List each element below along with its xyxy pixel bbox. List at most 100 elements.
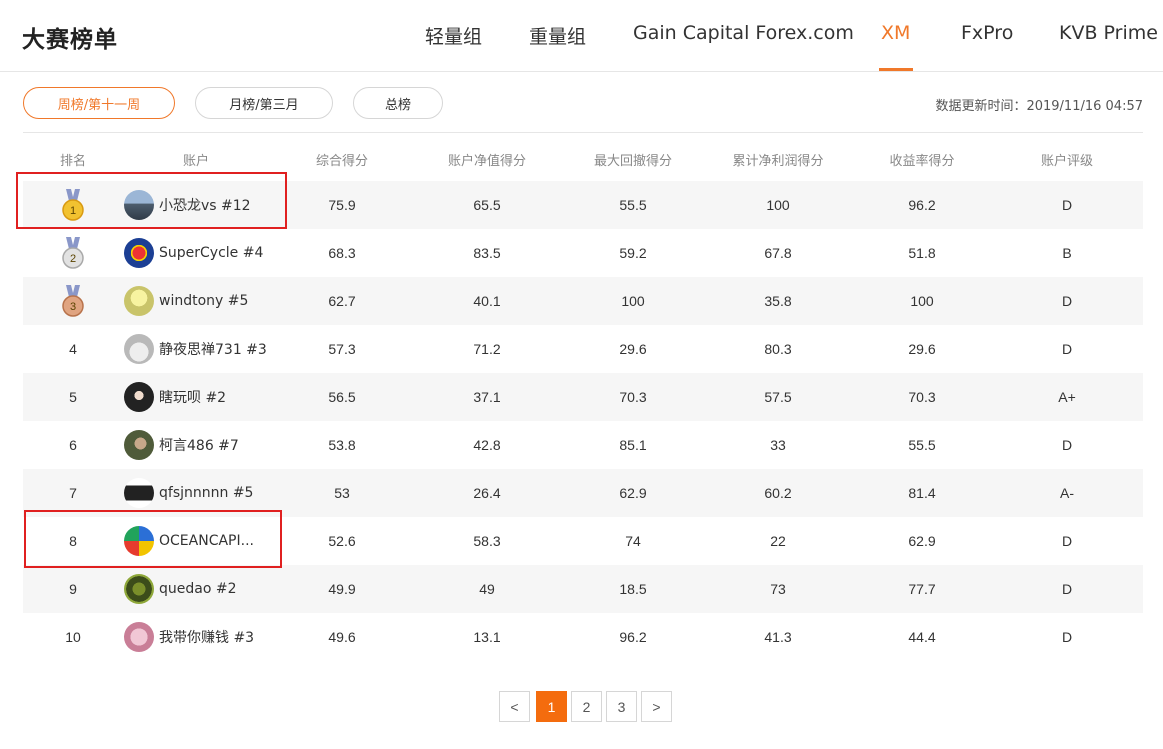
- divider: [23, 132, 1143, 133]
- tab-fxpro[interactable]: FxPro: [961, 22, 1013, 44]
- cell-return: 62.9: [908, 533, 936, 549]
- cell-composite: 75.9: [328, 197, 356, 213]
- account-name[interactable]: 瞎玩呗 #2: [159, 387, 226, 407]
- account-cell[interactable]: quedao #2: [124, 574, 237, 604]
- account-name[interactable]: windtony #5: [159, 293, 248, 309]
- cell-return: 51.8: [908, 245, 936, 261]
- tab-kvb-prime[interactable]: KVB Prime: [1059, 22, 1158, 44]
- account-cell[interactable]: 柯言486 #7: [124, 430, 239, 460]
- cell-drawdown: 70.3: [619, 389, 647, 405]
- cell-profit: 41.3: [764, 629, 792, 645]
- account-name[interactable]: 静夜思禅731 #3: [159, 339, 267, 359]
- avatar: [124, 190, 154, 220]
- account-name[interactable]: 柯言486 #7: [159, 435, 239, 455]
- table-header: 排名 账户 综合得分 账户净值得分 最大回撤得分 累计净利润得分 收益率得分 账…: [23, 142, 1143, 174]
- filter-overall-button[interactable]: 总榜: [353, 87, 443, 119]
- pagination: < 1 2 3 >: [0, 691, 1163, 722]
- col-return: 收益率得分: [889, 154, 955, 169]
- table-row: 10 我带你赚钱 #3 49.6 13.1 96.2 41.3 44.4 D: [23, 613, 1143, 661]
- table-row: 3 windtony #5 62.7 40.1 100 35.8 100 D: [23, 277, 1143, 325]
- medal-rank-number: 1: [70, 205, 76, 217]
- cell-rating: A-: [1060, 485, 1074, 501]
- cell-composite: 57.3: [328, 341, 356, 357]
- cell-equity: 26.4: [473, 485, 501, 501]
- account-cell[interactable]: SuperCycle #4: [124, 238, 263, 268]
- account-name[interactable]: quedao #2: [159, 581, 237, 597]
- cell-return: 100: [910, 293, 934, 309]
- update-timestamp: 数据更新时间：2019/11/16 04:57: [935, 99, 1143, 114]
- filter-weekly-button[interactable]: 周榜/第十一周: [23, 87, 175, 119]
- cell-composite: 52.6: [328, 533, 356, 549]
- col-drawdown: 最大回撤得分: [593, 154, 673, 169]
- account-name[interactable]: 小恐龙vs #12: [159, 195, 251, 215]
- rank-number: 9: [69, 581, 77, 597]
- filter-monthly-button[interactable]: 月榜/第三月: [195, 87, 333, 119]
- page-title: 大赛榜单: [22, 27, 118, 53]
- tab-heavy-group[interactable]: 重量组: [529, 22, 586, 49]
- account-name[interactable]: OCEANCAPI...: [159, 533, 254, 549]
- avatar: [124, 478, 154, 508]
- cell-equity: 71.2: [473, 341, 501, 357]
- avatar: [124, 286, 154, 316]
- table-row: 5 瞎玩呗 #2 56.5 37.1 70.3 57.5 70.3 A+: [23, 373, 1143, 421]
- cell-drawdown: 74: [625, 533, 641, 549]
- table-row: 2 SuperCycle #4 68.3 83.5 59.2 67.8 51.8 B: [23, 229, 1143, 277]
- col-rank: 排名: [59, 154, 87, 169]
- medal-rank-number: 2: [70, 253, 76, 265]
- table-row: 8 OCEANCAPI... 52.6 58.3 74 22 62.9 D: [23, 517, 1143, 565]
- tab-gain-capital[interactable]: Gain Capital Forex.com: [633, 22, 854, 44]
- cell-profit: 60.2: [764, 485, 792, 501]
- account-cell[interactable]: 我带你赚钱 #3: [124, 622, 254, 652]
- tab-xm[interactable]: XM: [881, 22, 910, 44]
- avatar: [124, 334, 154, 364]
- account-cell[interactable]: windtony #5: [124, 286, 248, 316]
- avatar: [124, 622, 154, 652]
- cell-drawdown: 29.6: [619, 341, 647, 357]
- cell-profit: 35.8: [764, 293, 792, 309]
- cell-rating: D: [1061, 197, 1073, 213]
- account-cell[interactable]: 静夜思禅731 #3: [124, 334, 267, 364]
- cell-profit: 67.8: [764, 245, 792, 261]
- account-name[interactable]: SuperCycle #4: [159, 245, 263, 261]
- account-cell[interactable]: 小恐龙vs #12: [124, 190, 251, 220]
- account-cell[interactable]: 瞎玩呗 #2: [124, 382, 226, 412]
- cell-profit: 73: [770, 581, 786, 597]
- rank-number: 8: [69, 533, 77, 549]
- page-1-button[interactable]: 1: [536, 691, 567, 722]
- table-row: 6 柯言486 #7 53.8 42.8 85.1 33 55.5 D: [23, 421, 1143, 469]
- cell-drawdown: 62.9: [619, 485, 647, 501]
- avatar: [124, 526, 154, 556]
- page-2-button[interactable]: 2: [571, 691, 602, 722]
- cell-composite: 49.9: [328, 581, 356, 597]
- cell-equity: 83.5: [473, 245, 501, 261]
- cell-return: 70.3: [908, 389, 936, 405]
- account-cell[interactable]: OCEANCAPI...: [124, 526, 254, 556]
- col-equity: 账户净值得分: [447, 154, 527, 169]
- rank-number: 10: [65, 629, 81, 645]
- account-name[interactable]: 我带你赚钱 #3: [159, 627, 254, 647]
- rank-number: 7: [69, 485, 77, 501]
- cell-rating: D: [1061, 629, 1073, 645]
- next-page-button[interactable]: >: [641, 691, 672, 722]
- cell-profit: 80.3: [764, 341, 792, 357]
- avatar: [124, 382, 154, 412]
- cell-equity: 13.1: [473, 629, 501, 645]
- account-name[interactable]: qfsjnnnnn #5: [159, 485, 253, 501]
- table-row: 9 quedao #2 49.9 49 18.5 73 77.7 D: [23, 565, 1143, 613]
- cell-composite: 49.6: [328, 629, 356, 645]
- silver-medal-icon: 2: [61, 237, 85, 269]
- prev-page-button[interactable]: <: [499, 691, 530, 722]
- cell-rating: D: [1061, 293, 1073, 309]
- rank-number: 4: [69, 341, 77, 357]
- cell-profit: 57.5: [764, 389, 792, 405]
- col-rating: 账户评级: [1040, 154, 1094, 169]
- cell-drawdown: 59.2: [619, 245, 647, 261]
- cell-return: 81.4: [908, 485, 936, 501]
- ranking-table: 1 小恐龙vs #12 75.9 65.5 55.5 100 96.2 D 2 SuperCycl…: [23, 181, 1143, 661]
- cell-equity: 42.8: [473, 437, 501, 453]
- page-3-button[interactable]: 3: [606, 691, 637, 722]
- account-cell[interactable]: qfsjnnnnn #5: [124, 478, 253, 508]
- cell-profit: 33: [770, 437, 786, 453]
- tab-light-group[interactable]: 轻量组: [425, 22, 482, 49]
- col-profit: 累计净利润得分: [732, 154, 824, 169]
